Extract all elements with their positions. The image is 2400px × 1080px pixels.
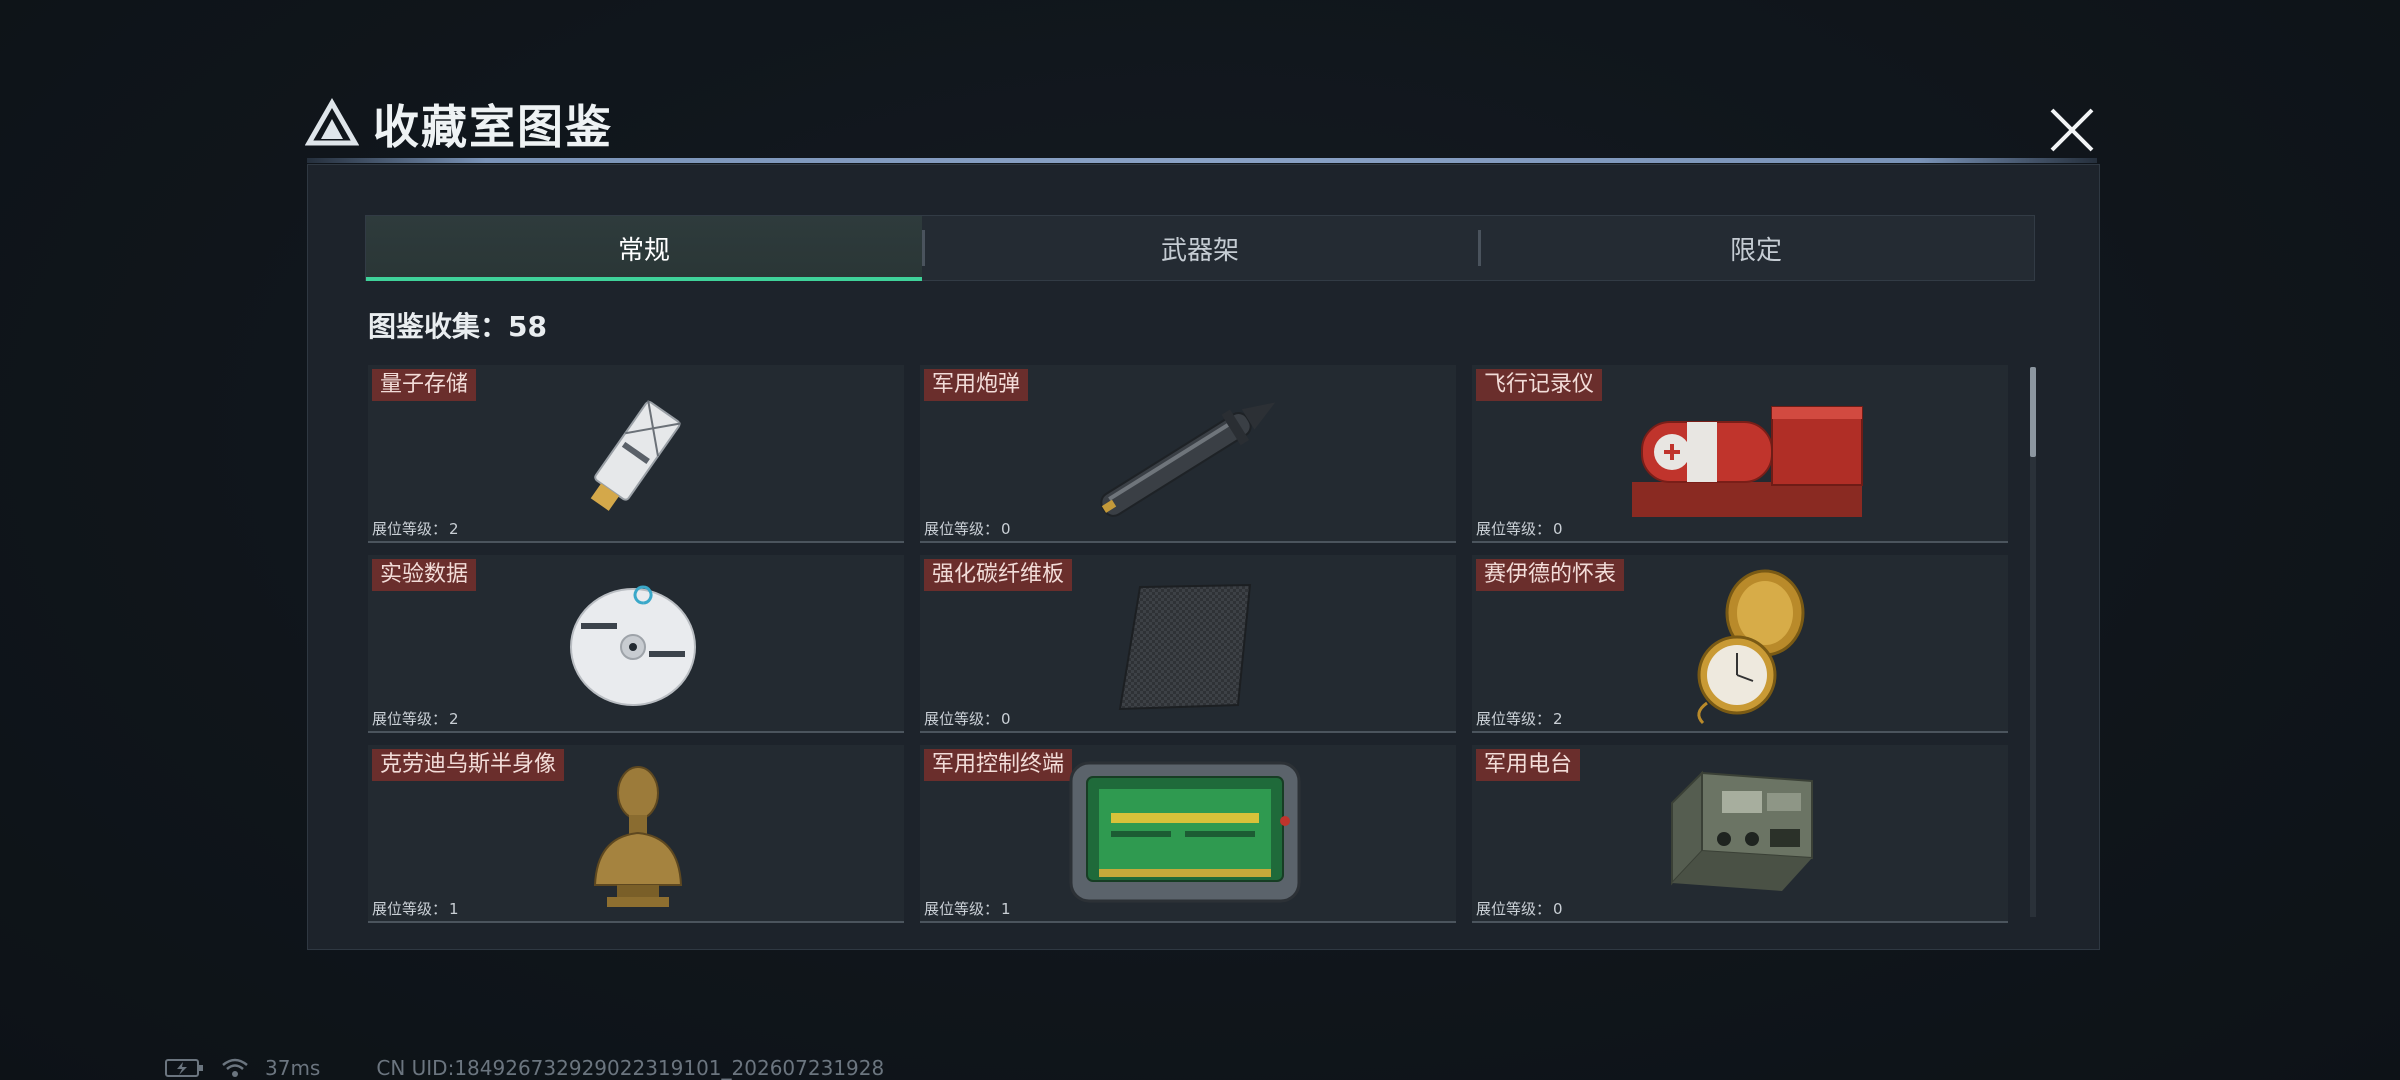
tab-label: 武器架 — [1160, 235, 1239, 266]
item-name: 军用炮弹 — [924, 369, 1029, 401]
pocket-watch-icon — [1697, 569, 1805, 725]
item-name: 实验数据 — [372, 559, 477, 591]
item-card[interactable]: 量子存储 展位等级： 2 — [368, 365, 904, 543]
level-value: 0 — [1001, 520, 1011, 538]
item-level: 展位等级： 0 — [1476, 518, 1563, 539]
level-label: 展位等级： — [372, 900, 448, 918]
control-terminal-icon — [1069, 761, 1301, 903]
level-value: 0 — [1553, 520, 1563, 538]
level-label: 展位等级： — [1476, 520, 1552, 538]
level-value: 0 — [1553, 900, 1563, 918]
tab-label: 限定 — [1729, 235, 1782, 266]
item-level: 展位等级： 2 — [1476, 708, 1563, 729]
level-label: 展位等级： — [1476, 900, 1552, 918]
level-value: 2 — [1553, 710, 1563, 728]
data-disc-icon — [570, 585, 696, 706]
grid-scrollbar[interactable] — [2030, 367, 2036, 917]
ping-value: 37ms — [265, 1056, 321, 1080]
item-level: 展位等级： 1 — [372, 898, 459, 919]
page-header: 收藏室图鉴 — [305, 94, 613, 154]
item-name: 强化碳纤维板 — [924, 559, 1073, 591]
item-name: 军用电台 — [1476, 749, 1581, 781]
item-card[interactable]: 军用控制终端 展位等级： 1 — [920, 745, 1456, 923]
item-name: 量子存储 — [372, 369, 477, 401]
level-value: 0 — [1001, 710, 1011, 728]
header-divider — [307, 158, 2097, 163]
level-value: 2 — [449, 520, 459, 538]
status-bar: 37ms CN UID:184926732929022319101_202607… — [165, 1056, 884, 1080]
item-level: 展位等级： 0 — [1476, 898, 1563, 919]
carbon-plate-icon — [1118, 583, 1252, 711]
item-level: 展位等级： 2 — [372, 708, 459, 729]
close-icon[interactable] — [2040, 98, 2104, 162]
level-label: 展位等级： — [924, 520, 1000, 538]
item-card[interactable]: 飞行记录仪 展位等级： 0 — [1472, 365, 2008, 543]
item-card[interactable]: 强化碳纤维板 展位等级： 0 — [920, 555, 1456, 733]
usb-drive-icon — [590, 400, 682, 511]
tab-regular[interactable]: 常规 — [366, 216, 922, 281]
level-value: 1 — [1001, 900, 1011, 918]
delta-logo-icon — [305, 97, 359, 146]
artillery-shell-icon — [1100, 402, 1276, 517]
level-label: 展位等级： — [372, 520, 448, 538]
item-level: 展位等级： 0 — [924, 708, 1011, 729]
military-radio-icon — [1671, 770, 1813, 891]
level-label: 展位等级： — [924, 710, 1000, 728]
item-level: 展位等级： 0 — [924, 518, 1011, 539]
collection-number: 58 — [508, 310, 547, 343]
battery-icon — [165, 1059, 203, 1077]
item-name: 飞行记录仪 — [1476, 369, 1603, 401]
tab-weapon-rack[interactable]: 武器架 — [922, 216, 1478, 280]
flight-recorder-icon — [1632, 406, 1863, 517]
item-name: 赛伊德的怀表 — [1476, 559, 1625, 591]
tab-label: 常规 — [617, 235, 670, 266]
collection-label: 图鉴收集： — [368, 310, 509, 343]
tab-limited[interactable]: 限定 — [1478, 216, 2034, 280]
scroll-thumb[interactable] — [2030, 367, 2036, 457]
bust-statue-icon — [593, 766, 683, 907]
level-label: 展位等级： — [1476, 710, 1552, 728]
collection-count: 图鉴收集：58 — [368, 305, 547, 345]
level-label: 展位等级： — [924, 900, 1000, 918]
item-grid: 量子存储 展位等级： 2 军用炮弹 展位等级： 0 飞行记录仪 展位等级： 0 … — [368, 365, 2023, 925]
item-card[interactable]: 克劳迪乌斯半身像 展位等级： 1 — [368, 745, 904, 923]
item-name: 克劳迪乌斯半身像 — [372, 749, 565, 781]
user-uid: CN UID:184926732929022319101_20260723192… — [376, 1056, 885, 1080]
wifi-icon — [222, 1058, 248, 1077]
level-value: 1 — [449, 900, 459, 918]
level-value: 2 — [449, 710, 459, 728]
collection-panel: 常规 武器架 限定 图鉴收集：58 量子存储 展位等级： 2 军用炮弹 展位等级… — [307, 164, 2100, 950]
item-card[interactable]: 军用电台 展位等级： 0 — [1472, 745, 2008, 923]
item-name: 军用控制终端 — [924, 749, 1073, 781]
item-card[interactable]: 军用炮弹 展位等级： 0 — [920, 365, 1456, 543]
item-card[interactable]: 赛伊德的怀表 展位等级： 2 — [1472, 555, 2008, 733]
item-level: 展位等级： 2 — [372, 518, 459, 539]
item-card[interactable]: 实验数据 展位等级： 2 — [368, 555, 904, 733]
page-title: 收藏室图鉴 — [373, 100, 613, 154]
item-level: 展位等级： 1 — [924, 898, 1011, 919]
tab-bar: 常规 武器架 限定 — [365, 215, 2035, 281]
level-label: 展位等级： — [372, 710, 448, 728]
